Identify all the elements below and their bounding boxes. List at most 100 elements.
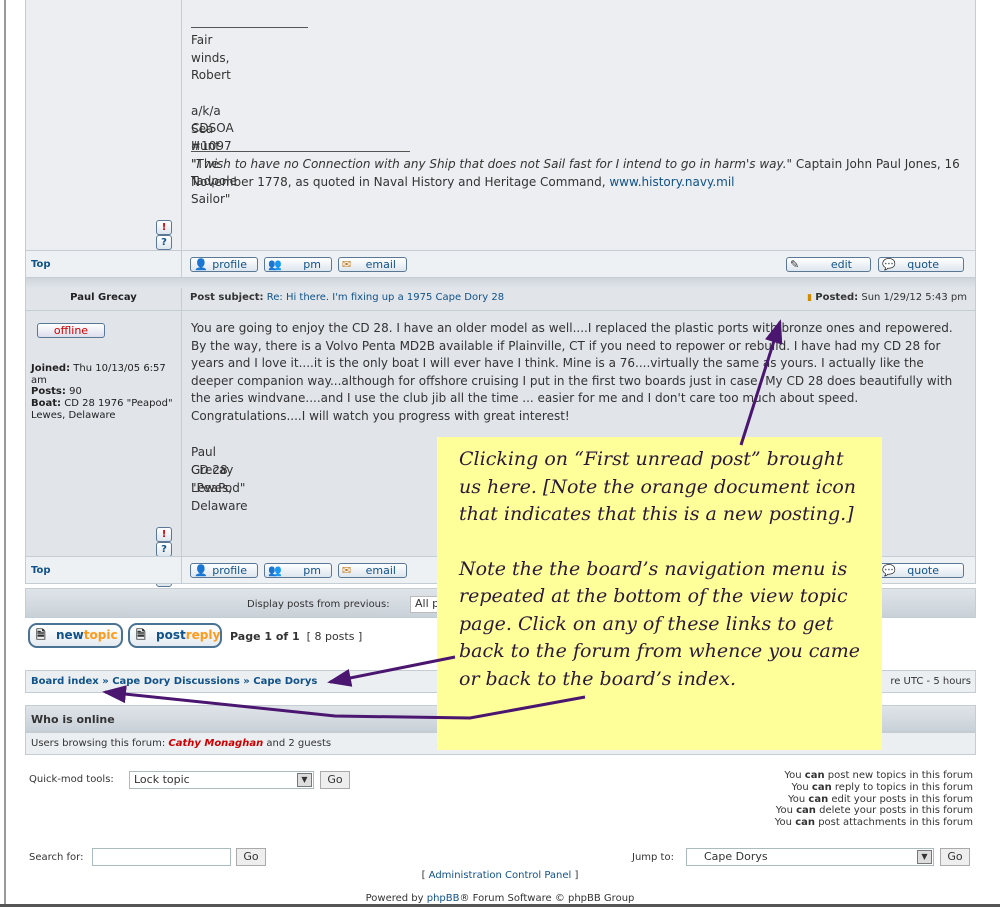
label: and 2 guests xyxy=(263,738,332,749)
quickmod-select[interactable]: Lock topic ▼ xyxy=(129,771,314,789)
quote-attribution: Captain John Paul Jones, 16 xyxy=(792,157,960,171)
callout-paragraph: Clicking on “First unread post” brought … xyxy=(459,448,857,525)
display-label: Display posts from previous: xyxy=(247,599,390,610)
post-subject: Post subject: Re: Hi there. I'm fixing u… xyxy=(190,292,504,304)
document-icon: 🗎 xyxy=(36,628,46,642)
quote-icon: 💬 xyxy=(882,258,896,271)
post-1-body: Fair winds, Robert a/k/a Sea Hunt "The T… xyxy=(25,0,976,280)
sep: » xyxy=(102,676,109,687)
quickmod-label: Quick-mod tools: xyxy=(29,774,114,785)
profile-button[interactable]: 👤 profile xyxy=(190,563,258,578)
label: new xyxy=(56,628,84,642)
label: quote xyxy=(907,258,939,271)
label: edit xyxy=(830,258,852,271)
post-text: You are going to enjoy the CD 28. I have… xyxy=(191,321,953,423)
author-profile: Joined: Thu 10/13/05 6:57 am Posts: 90 B… xyxy=(31,363,179,422)
sig-line: Robert xyxy=(191,68,231,82)
pm-icon: 👥 xyxy=(268,258,282,271)
report-icon[interactable]: ! xyxy=(156,527,172,542)
permission: You can delete your posts in this forum xyxy=(775,805,973,817)
label: pm xyxy=(303,258,321,271)
column-divider xyxy=(181,288,182,310)
email-button[interactable]: ✉ email xyxy=(338,563,407,578)
who-online-title: Who is online xyxy=(31,713,115,726)
phpbb-link[interactable]: phpBB xyxy=(427,893,460,904)
label: Users browsing this forum: xyxy=(31,738,169,749)
value: Cape Dorys xyxy=(704,850,768,863)
email-icon: ✉ xyxy=(342,258,352,271)
value: Lock topic xyxy=(134,773,190,786)
label: topic xyxy=(83,628,118,642)
permissions-list: You can post new topics in this forum Yo… xyxy=(775,770,973,829)
email-button[interactable]: ✉ email xyxy=(338,257,407,272)
breadcrumb-cape-dory-discussions[interactable]: Cape Dory Discussions xyxy=(112,676,240,687)
post-author[interactable]: Paul Grecay xyxy=(26,292,181,303)
post-count: [ 8 posts ] xyxy=(306,630,363,643)
document-icon: 🗎 xyxy=(136,628,146,642)
search-go-button[interactable]: Go xyxy=(236,848,266,866)
top-link[interactable]: Top xyxy=(31,259,51,270)
admin-panel: [ Administration Control Panel ] xyxy=(421,870,579,881)
sig-line: CDSOA #1097 xyxy=(191,121,234,153)
permission: You can edit your posts in this forum xyxy=(788,793,973,805)
permission: You can post new topics in this forum xyxy=(784,770,973,781)
admin-panel-link[interactable]: Administration Control Panel xyxy=(429,870,572,881)
sep: » xyxy=(243,676,250,687)
post-reply-button[interactable]: 🗎 postreply xyxy=(128,623,222,648)
post-2-header: Paul Grecay Post subject: Re: Hi there. … xyxy=(25,288,976,311)
quote-button[interactable]: 💬 quote xyxy=(878,257,964,272)
report-icon[interactable]: ! xyxy=(156,220,172,235)
label: post xyxy=(156,628,186,642)
sig-line: Lewes, Delaware xyxy=(191,481,248,513)
profile-button[interactable]: 👤 profile xyxy=(190,257,258,272)
post-date: ▮ Posted: Sun 1/29/12 5:43 pm xyxy=(807,292,967,304)
breadcrumb-cape-dorys[interactable]: Cape Dorys xyxy=(253,676,317,687)
post-1-footer: Top 👤 profile 👥 pm ✉ email ✎ edit 💬 quote xyxy=(25,250,976,278)
callout-note: Clicking on “First unread post” brought … xyxy=(437,437,882,750)
quote-button[interactable]: 💬 quote xyxy=(878,563,964,578)
pm-button[interactable]: 👥 pm xyxy=(264,257,332,272)
pagination: Page 1 of 1 [ 8 posts ] xyxy=(230,630,362,643)
edit-icon: ✎ xyxy=(790,258,800,271)
quote-attribution: November 1778, as quoted in Naval Histor… xyxy=(191,174,610,189)
breadcrumb-board-index[interactable]: Board index xyxy=(31,676,99,687)
profile-icon: 👤 xyxy=(194,564,208,577)
top-link[interactable]: Top xyxy=(31,565,51,576)
new-post-icon[interactable]: ▮ xyxy=(807,293,812,303)
info-icon[interactable]: ? xyxy=(156,235,172,250)
pm-button[interactable]: 👥 pm xyxy=(264,563,332,578)
label: Joined: xyxy=(31,363,71,374)
posts-value: 90 xyxy=(69,386,82,398)
timezone-info: re UTC - 5 hours xyxy=(890,676,971,687)
label: Posts: xyxy=(31,386,66,398)
quote-icon: 💬 xyxy=(882,564,896,577)
info-icon[interactable]: ? xyxy=(156,542,172,557)
chevron-down-icon: ▼ xyxy=(917,850,932,864)
offline-badge: offline xyxy=(37,323,105,338)
label: profile xyxy=(212,258,247,271)
label: email xyxy=(365,258,396,271)
breadcrumb-links: Board index » Cape Dory Discussions » Ca… xyxy=(31,676,317,687)
new-topic-button[interactable]: 🗎 newtopic xyxy=(28,623,123,648)
quickmod-go-button[interactable]: Go xyxy=(320,771,350,789)
window-border xyxy=(0,0,6,907)
navy-link[interactable]: www.history.navy.mil xyxy=(609,175,734,189)
callout-paragraph: Note the the board’s navigation menu is … xyxy=(459,557,860,690)
search-label: Search for: xyxy=(29,852,84,863)
permission: You can post attachments in this forum xyxy=(774,817,973,829)
jump-select[interactable]: Cape Dorys ▼ xyxy=(686,848,934,866)
post-1-content: Fair winds, Robert a/k/a Sea Hunt "The T… xyxy=(156,0,960,280)
profile-icon: 👤 xyxy=(194,258,208,271)
jump-go-button[interactable]: Go xyxy=(940,848,970,866)
online-user-link[interactable]: Cathy Monaghan xyxy=(168,738,263,749)
email-icon: ✉ xyxy=(342,564,352,577)
label: pm xyxy=(303,564,321,577)
posted-label: Posted: xyxy=(815,292,859,303)
subject-link[interactable]: Re: Hi there. I'm fixing up a 1975 Cape … xyxy=(267,292,504,303)
label: quote xyxy=(907,564,939,577)
search-input[interactable] xyxy=(92,848,231,866)
posted-value: Sun 1/29/12 5:43 pm xyxy=(861,292,967,303)
footer: Powered by phpBB® Forum Software © phpBB… xyxy=(365,893,635,904)
edit-button[interactable]: ✎ edit xyxy=(786,257,871,272)
subject-label: Post subject: xyxy=(190,292,264,303)
